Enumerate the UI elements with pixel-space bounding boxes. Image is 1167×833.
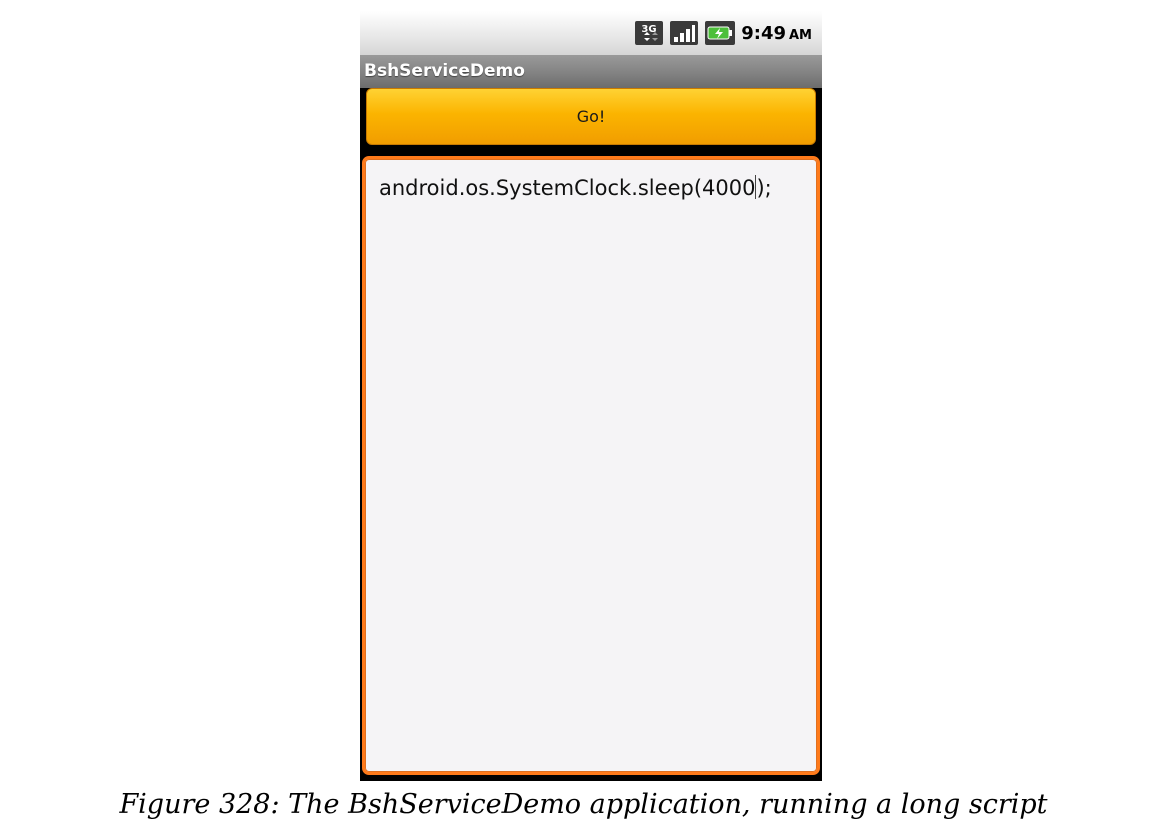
phone-screen: 3G 9:49 AM BshServiceDemo Go! android.os… [360, 11, 822, 781]
status-icons: 3G 9:49 AM [635, 20, 812, 46]
figure-caption: Figure 328: The BshServiceDemo applicati… [119, 789, 1048, 820]
go-button[interactable]: Go! [366, 88, 816, 145]
page: 3G 9:49 AM BshServiceDemo Go! android.os… [0, 0, 1167, 833]
battery-charging-icon [705, 21, 736, 45]
script-text-after-cursor: ); [756, 176, 772, 200]
clock-time: 9:49 [741, 22, 786, 44]
status-clock: 9:49 AM [741, 23, 812, 44]
go-button-label: Go! [576, 107, 606, 126]
3g-data-icon: 3G [635, 21, 664, 45]
script-editor[interactable]: android.os.SystemClock.sleep(4000); [362, 156, 820, 775]
app-title: BshServiceDemo [364, 61, 525, 81]
clock-ampm: AM [789, 27, 812, 43]
app-title-bar: BshServiceDemo [360, 55, 822, 88]
script-text-before-cursor: android.os.SystemClock.sleep(4000 [379, 176, 756, 200]
script-text: android.os.SystemClock.sleep(4000); [379, 175, 772, 200]
signal-strength-icon [670, 21, 699, 45]
status-bar: 3G 9:49 AM [360, 11, 822, 55]
